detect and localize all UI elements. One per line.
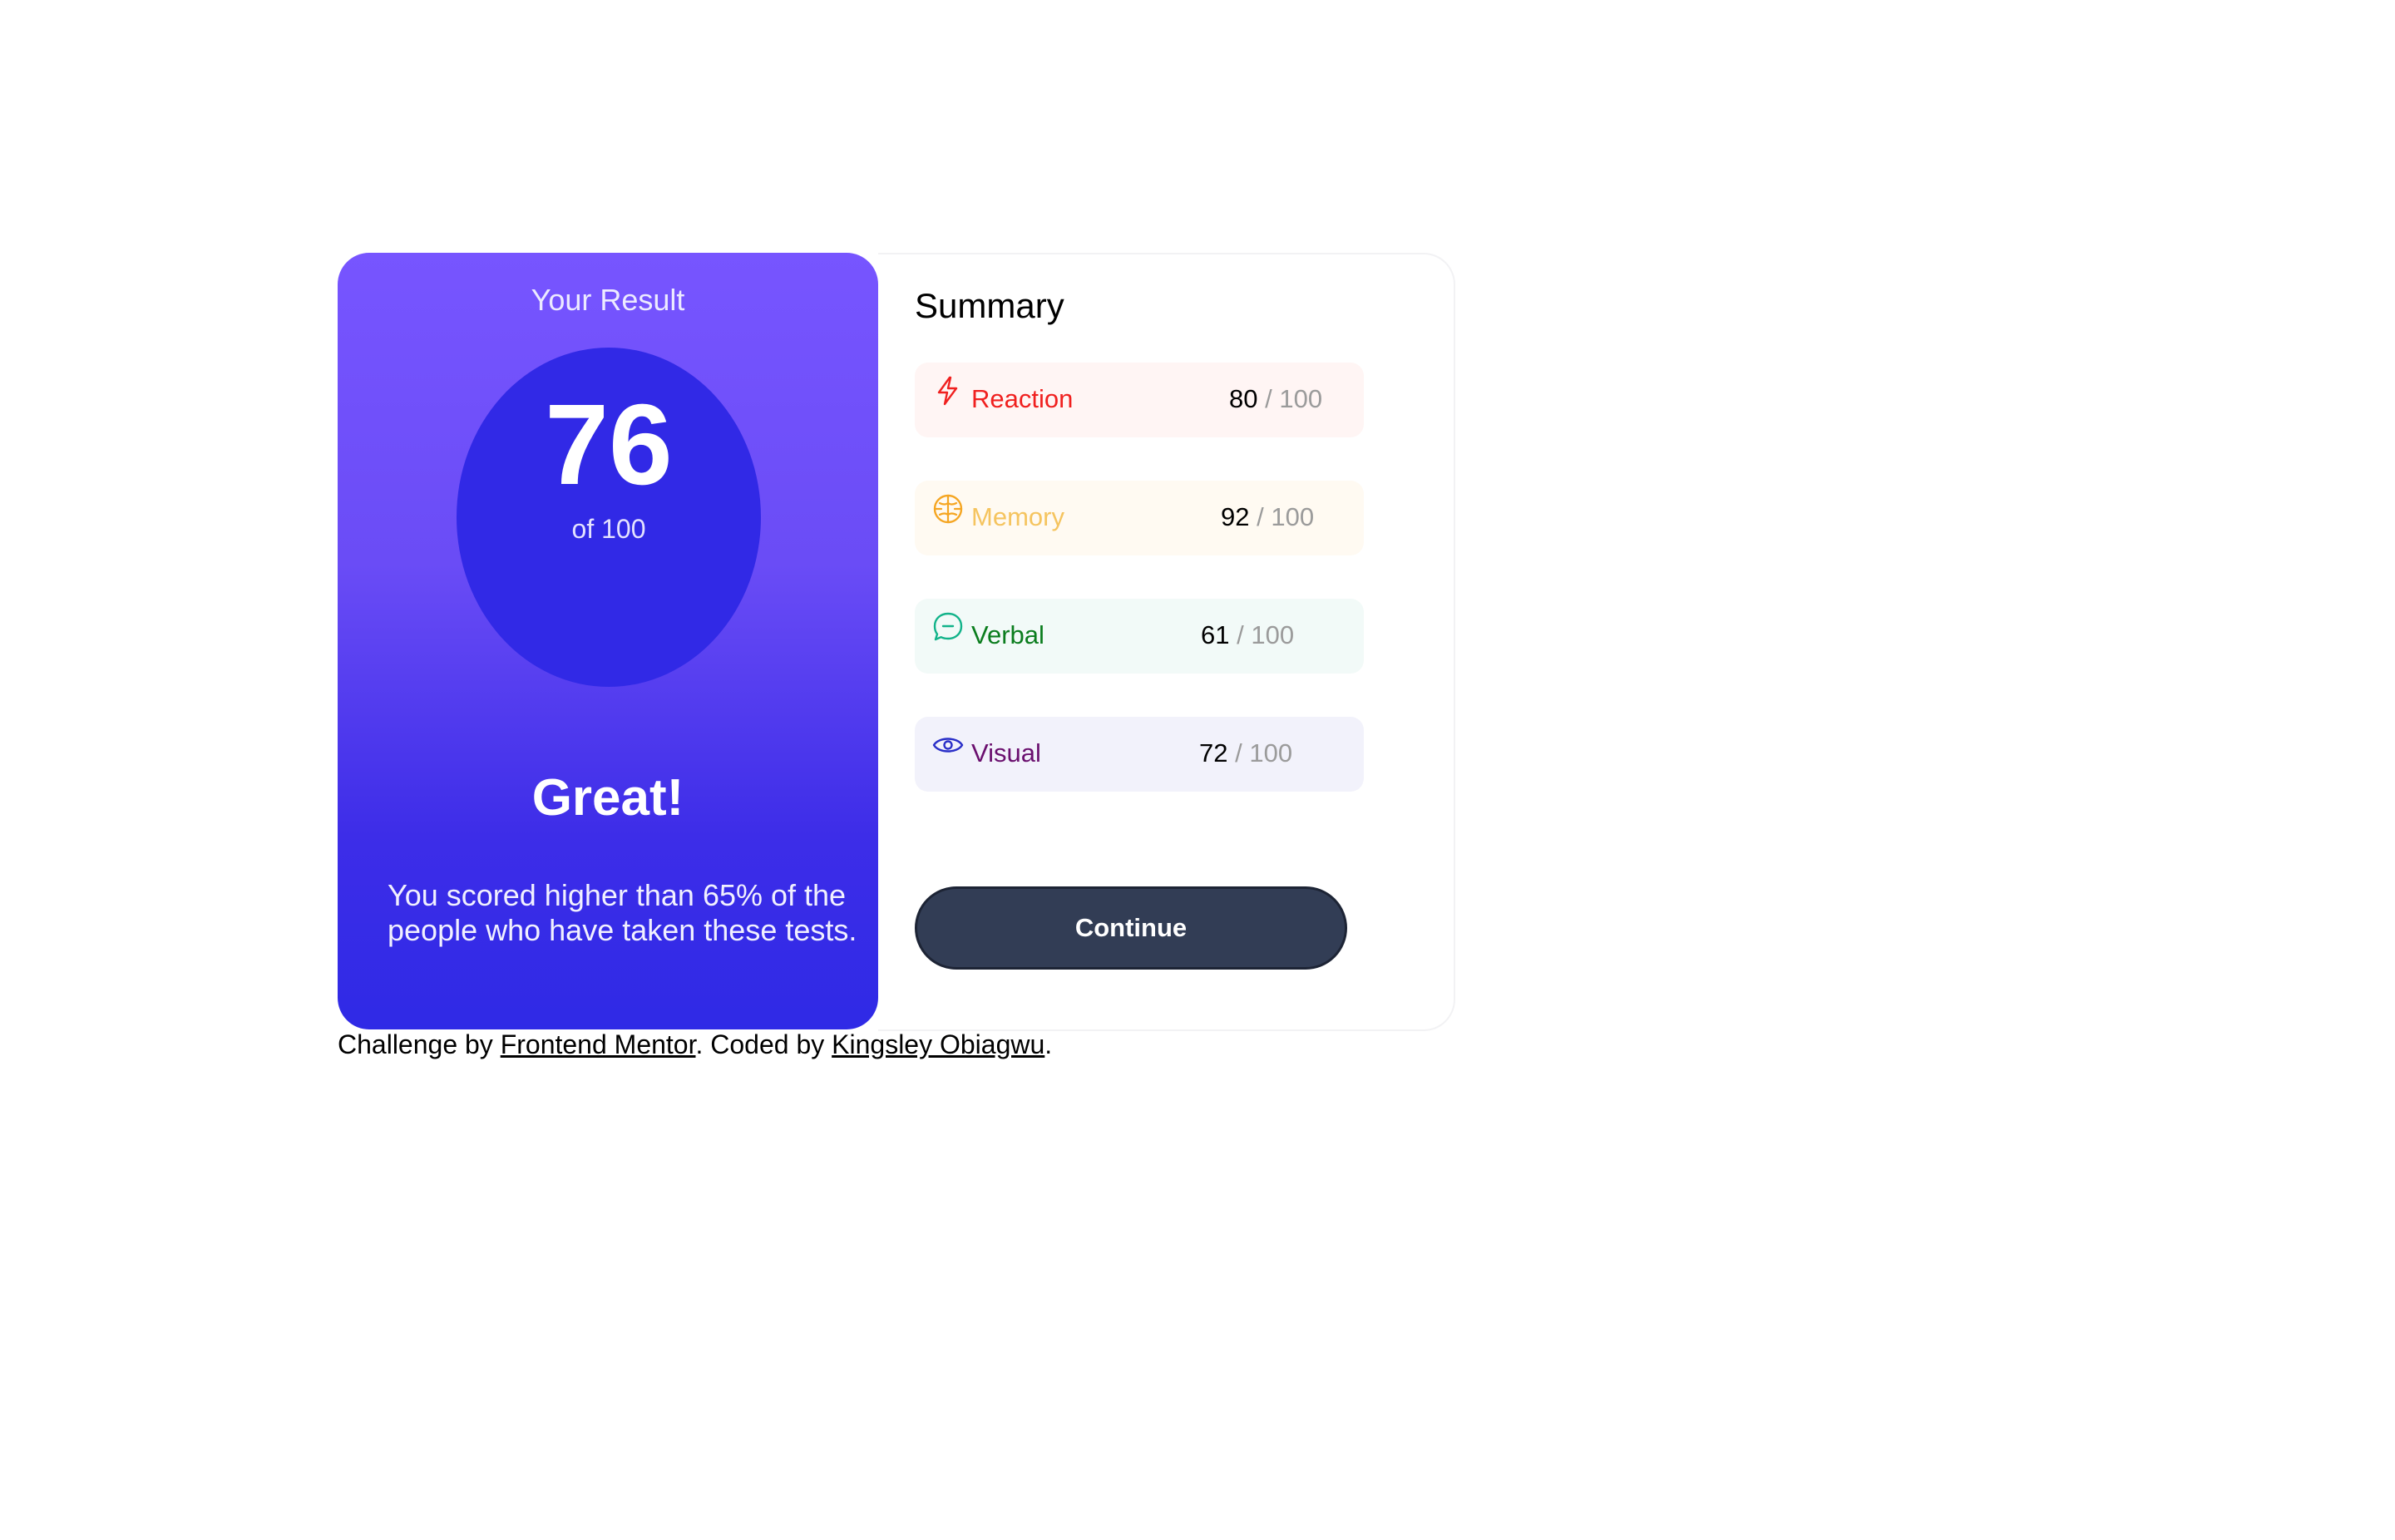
result-card: Your Result 76 of 100 Great! You scored … (338, 253, 878, 1029)
summary-item-value: 72 (1199, 738, 1228, 768)
attribution-prefix: Challenge by (338, 1029, 501, 1059)
summary-item-score: 72 / 100 (1199, 738, 1292, 768)
summary-item-max: / 100 (1265, 384, 1323, 413)
summary-item-label: Reaction (971, 384, 1074, 413)
attribution-suffix: . (1044, 1029, 1053, 1059)
summary-item-max: / 100 (1237, 620, 1295, 649)
summary-item-verbal: Verbal 61 / 100 (915, 599, 1364, 674)
page: Your Result 76 of 100 Great! You scored … (0, 0, 2395, 1540)
brain-icon (931, 492, 965, 526)
attribution-middle: . Coded by (695, 1029, 832, 1059)
summary-item-max: / 100 (1257, 502, 1315, 531)
summary-item-score: 80 / 100 (1229, 384, 1322, 414)
summary-item-reaction: Reaction 80 / 100 (915, 363, 1364, 437)
score-value: 76 (545, 381, 673, 509)
summary-item-visual: Visual 72 / 100 (915, 717, 1364, 792)
summary-item-score: 61 / 100 (1201, 620, 1294, 650)
summary-item-max: / 100 (1235, 738, 1293, 768)
summary-item-memory: Memory 92 / 100 (915, 481, 1364, 555)
summary-card: Summary Reaction 80 / 100 Memory 92 / 10… (878, 253, 1455, 1031)
author-link[interactable]: Kingsley Obiagwu (832, 1029, 1044, 1059)
summary-item-score: 92 / 100 (1221, 502, 1314, 532)
eye-icon (931, 728, 965, 762)
summary-title: Summary (915, 286, 1064, 325)
score-circle: 76 of 100 (457, 348, 761, 687)
summary-item-label: Memory (971, 502, 1064, 531)
lightning-icon (931, 374, 965, 407)
result-title: Your Result (531, 283, 685, 317)
score-max-label: of 100 (571, 514, 646, 544)
summary-item-label: Verbal (971, 620, 1044, 649)
result-description: You scored higher than 65% of the people… (388, 878, 857, 947)
frontend-mentor-link[interactable]: Frontend Mentor (501, 1029, 696, 1059)
summary-item-label: Visual (971, 738, 1041, 768)
grade-heading: Great! (531, 769, 684, 827)
summary-item-value: 80 (1229, 384, 1258, 413)
summary-item-value: 61 (1201, 620, 1230, 649)
continue-button[interactable]: Continue (915, 886, 1347, 970)
attribution: Challenge by Frontend Mentor. Coded by K… (338, 1029, 1052, 1060)
summary-item-value: 92 (1221, 502, 1250, 531)
speech-bubble-icon (931, 610, 965, 644)
